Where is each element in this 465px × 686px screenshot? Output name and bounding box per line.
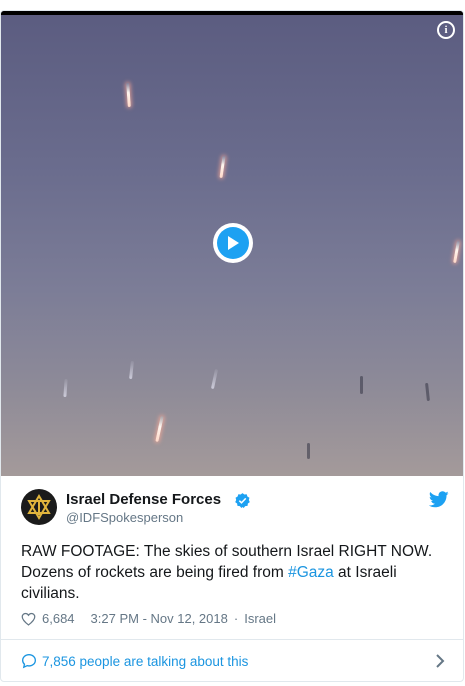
display-name[interactable]: Israel Defense Forces (66, 491, 221, 508)
rocket-streak (219, 155, 226, 179)
play-button[interactable] (213, 223, 253, 263)
timestamp[interactable]: 3:27 PM - Nov 12, 2018 (91, 611, 228, 626)
tweet-meta: 6,684 3:27 PM - Nov 12, 2018 · Israel (21, 611, 276, 626)
tweet-header: Israel Defense Forces @IDFSpokesperson (21, 489, 449, 529)
speech-bubble-icon (21, 653, 37, 669)
rocket-streak (307, 443, 310, 459)
like-count[interactable]: 6,684 (42, 611, 75, 626)
divider (1, 639, 463, 640)
rocket-streak (126, 82, 131, 108)
rocket-streak (129, 360, 134, 380)
rocket-streak (155, 415, 164, 443)
hashtag-link[interactable]: #Gaza (288, 564, 334, 581)
tweet-text: RAW FOOTAGE: The skies of southern Israe… (21, 541, 451, 604)
verified-badge-icon (235, 493, 250, 508)
rocket-streak (425, 382, 430, 402)
twitter-bird-icon[interactable] (429, 491, 449, 508)
embedded-tweet-card: i Israel Defense Forces @IDFSpokesperson… (0, 10, 464, 682)
handle[interactable]: @IDFSpokesperson (66, 510, 183, 525)
talking-about-text: 7,856 people are talking about this (42, 653, 249, 669)
chevron-right-icon (436, 654, 445, 668)
rocket-streak (360, 376, 363, 394)
video-player[interactable]: i (1, 11, 463, 476)
talking-about-link[interactable]: 7,856 people are talking about this (21, 651, 445, 671)
meta-separator: · (233, 611, 239, 626)
rocket-streak (63, 378, 68, 398)
info-icon[interactable]: i (437, 21, 455, 39)
heart-icon[interactable] (21, 612, 36, 626)
video-top-border (1, 11, 463, 15)
location[interactable]: Israel (244, 611, 276, 626)
rocket-streak (453, 240, 460, 264)
rocket-streak (210, 368, 219, 390)
avatar[interactable] (21, 489, 57, 525)
idf-logo-icon (27, 494, 51, 520)
play-icon (228, 236, 239, 250)
